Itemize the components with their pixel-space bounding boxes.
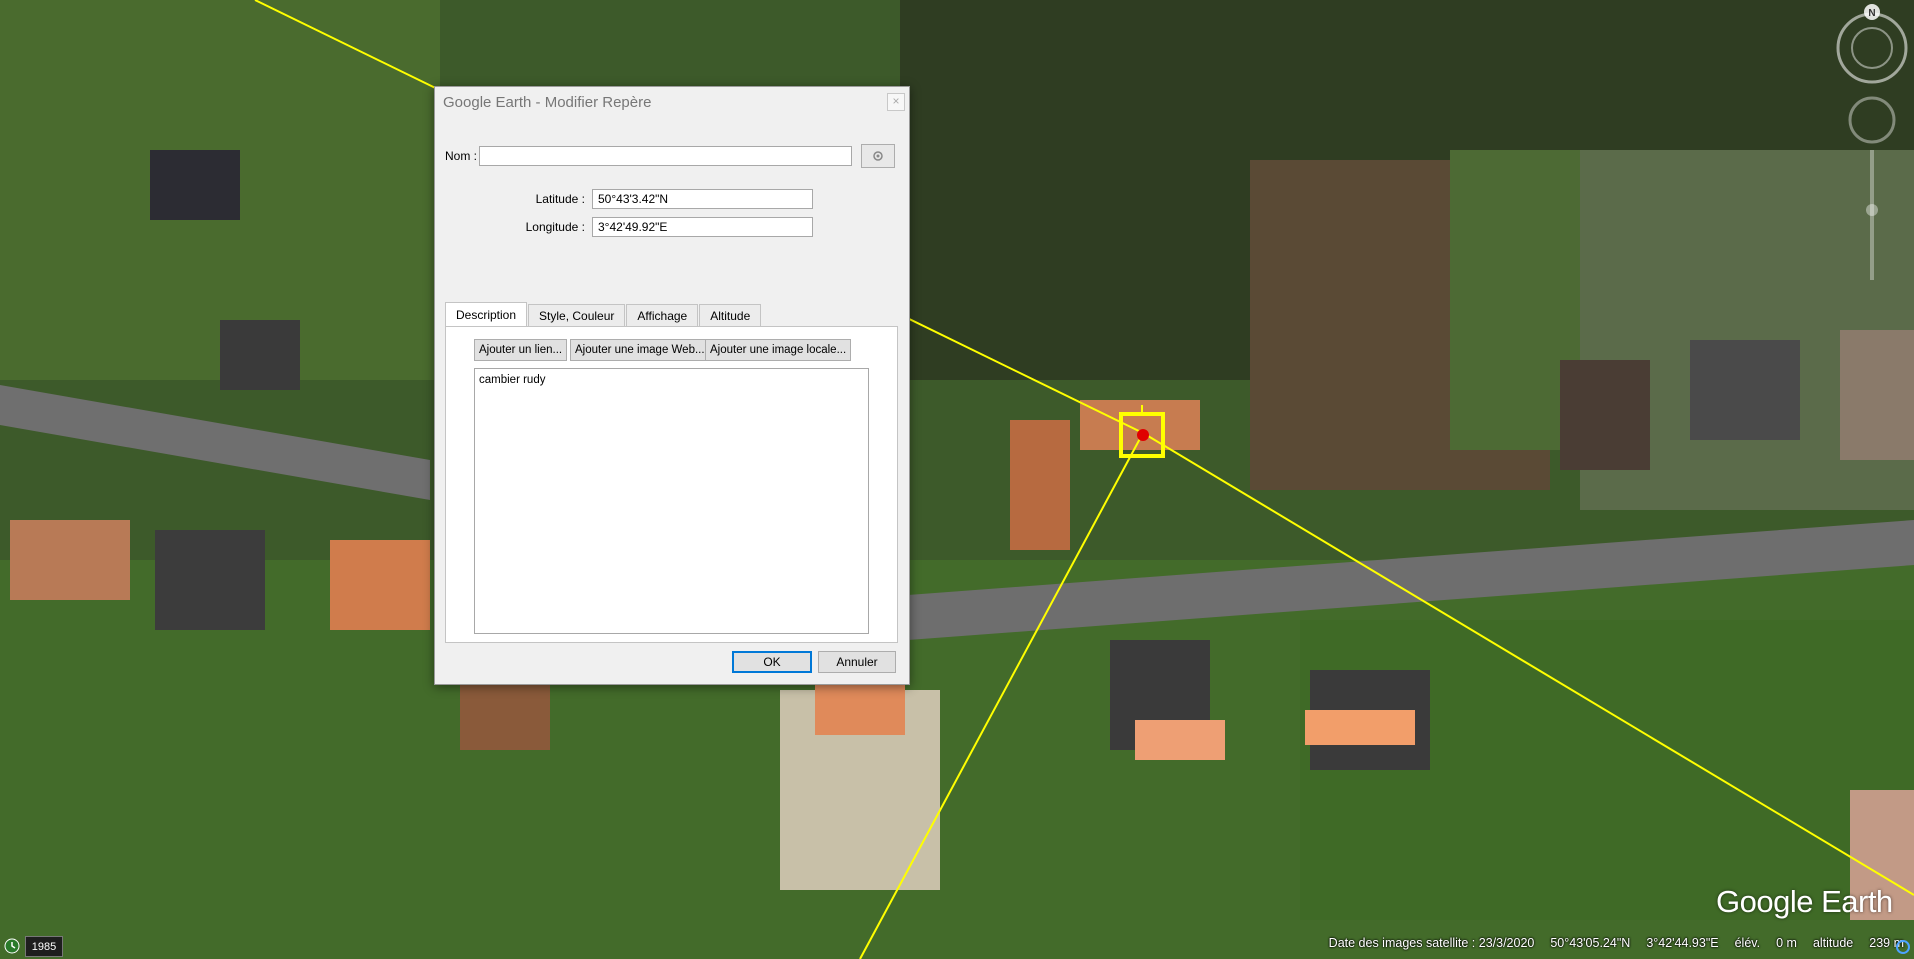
cancel-button[interactable]: Annuler [818,651,896,673]
compass-north-label: N [1868,8,1875,19]
altitude-label: altitude [1812,936,1854,950]
longitude-label: Longitude : [525,220,585,234]
elevation-label: élév. [1734,936,1761,950]
placemark-icon-button[interactable] [861,144,895,168]
longitude-field[interactable] [592,217,813,237]
name-label: Nom : [445,149,478,163]
tab-bar: Description Style, Couleur Affichage Alt… [445,302,762,326]
historical-year-badge[interactable]: 1985 [25,936,63,957]
latitude-field[interactable] [592,189,813,209]
close-button[interactable]: × [887,93,905,111]
pin-icon [873,151,883,161]
imagery-date: Date des images satellite : 23/3/2020 [1328,936,1535,950]
ok-button[interactable]: OK [732,651,812,673]
placemark-dot[interactable] [1137,429,1149,441]
tab-description[interactable]: Description [445,302,528,326]
historical-imagery-icon[interactable] [4,938,20,954]
cursor-latitude: 50°43'05.24"N [1550,936,1631,950]
tab-display[interactable]: Affichage [626,304,699,326]
latitude-label: Latitude : [535,192,585,206]
add-web-image-button[interactable]: Ajouter une image Web... [570,339,710,361]
dialog-titlebar[interactable]: Google Earth - Modifier Repère [435,87,909,117]
streaming-progress-icon [1896,940,1910,954]
dialog-title: Google Earth - Modifier Repère [443,93,652,111]
description-panel: Ajouter un lien... Ajouter une image Web… [445,326,898,643]
google-earth-logo: Google Earth [1716,884,1893,919]
name-field[interactable] [479,146,852,166]
add-link-button[interactable]: Ajouter un lien... [474,339,568,361]
add-local-image-button[interactable]: Ajouter une image locale... [705,339,852,361]
tab-style-color[interactable]: Style, Couleur [528,304,626,326]
edit-placemark-dialog: Google Earth - Modifier Repère × Nom : L… [434,86,910,685]
description-textarea[interactable]: cambier rudy [474,368,869,634]
tab-altitude[interactable]: Altitude [699,304,762,326]
satellite-map[interactable]: N [0,0,1914,959]
status-readout: Date des images satellite : 23/3/2020 50… [1329,936,1904,950]
cursor-longitude: 3°42'44.93"E [1646,936,1719,950]
elevation-value: 0 m [1776,936,1797,950]
